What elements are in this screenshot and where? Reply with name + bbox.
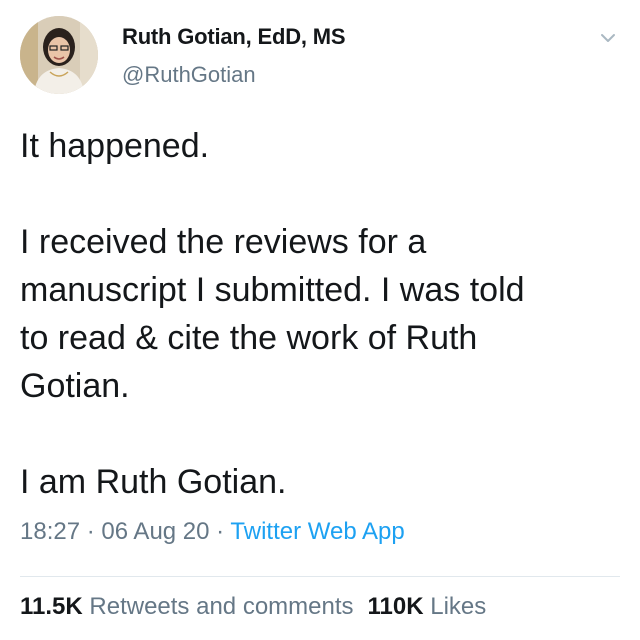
retweets-stat[interactable]: 11.5K Retweets and comments bbox=[20, 593, 354, 620]
tweet-line: Gotian. bbox=[20, 367, 130, 405]
tweet-line: I received the reviews for a bbox=[20, 223, 427, 261]
likes-count: 110K bbox=[367, 593, 424, 620]
tweet-source-link[interactable]: Twitter Web App bbox=[230, 518, 404, 545]
tweet-stats: 11.5K Retweets and comments 110K Likes bbox=[20, 593, 486, 621]
tweet-line: manuscript I submitted. I was told bbox=[20, 271, 525, 309]
tweet-card: Ruth Gotian, EdD, MS @RuthGotian It happ… bbox=[0, 0, 640, 640]
meta-separator: · bbox=[80, 518, 102, 545]
chevron-down-icon[interactable] bbox=[598, 28, 618, 48]
author-display-name[interactable]: Ruth Gotian, EdD, MS bbox=[122, 24, 346, 50]
tweet-line: It happened. bbox=[20, 127, 210, 165]
meta-separator: · bbox=[209, 518, 231, 545]
retweets-label: Retweets and comments bbox=[89, 593, 354, 620]
tweet-line: to read & cite the work of Ruth bbox=[20, 319, 478, 357]
avatar-image bbox=[20, 16, 98, 94]
avatar[interactable] bbox=[20, 16, 98, 94]
divider bbox=[20, 576, 620, 577]
tweet-meta: 18:27 · 06 Aug 20 · Twitter Web App bbox=[20, 518, 405, 546]
likes-label: Likes bbox=[430, 593, 487, 620]
tweet-text: It happened. I received the reviews for … bbox=[20, 122, 620, 506]
tweet-line: I am Ruth Gotian. bbox=[20, 463, 287, 501]
tweet-time[interactable]: 18:27 bbox=[20, 518, 80, 545]
author-handle[interactable]: @RuthGotian bbox=[122, 62, 256, 88]
tweet-date[interactable]: 06 Aug 20 bbox=[101, 518, 209, 545]
retweets-count: 11.5K bbox=[20, 593, 83, 620]
likes-stat[interactable]: 110K Likes bbox=[368, 593, 487, 620]
